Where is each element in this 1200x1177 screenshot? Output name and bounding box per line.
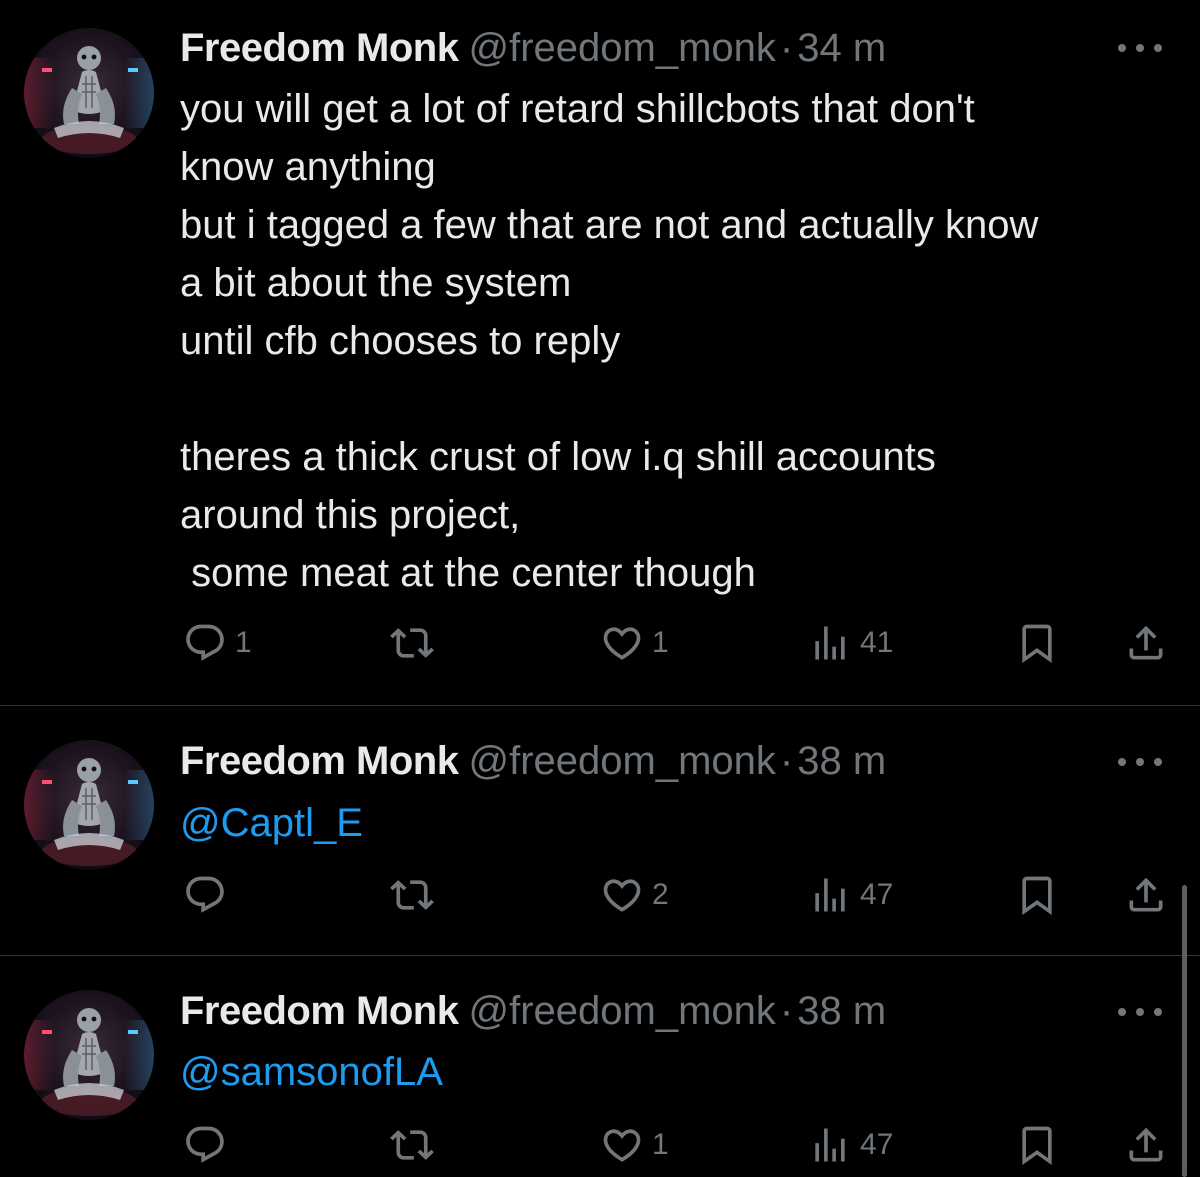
reply-count: 1: [235, 626, 252, 659]
like-icon: [600, 621, 644, 665]
scrollbar[interactable]: [1182, 885, 1187, 1177]
divider: [0, 955, 1200, 956]
like-count: 2: [652, 878, 669, 911]
repost-icon: [390, 621, 434, 665]
like-count: 1: [652, 626, 669, 659]
tweet-text-line: a bit about the system: [180, 261, 572, 305]
action-bar: 1 1 41: [0, 618, 1200, 668]
tweet-text-line: you will get a lot of retard shillcbots …: [180, 87, 975, 131]
share-button[interactable]: [1124, 870, 1168, 920]
author-name[interactable]: Freedom Monk: [180, 739, 459, 783]
author-handle[interactable]: @freedom_monk: [468, 26, 775, 70]
author-name[interactable]: Freedom Monk: [180, 26, 459, 70]
reply-icon: [183, 621, 227, 665]
separator: ·: [779, 26, 794, 70]
like-button[interactable]: 1: [600, 1120, 669, 1170]
timestamp[interactable]: 34 m: [797, 26, 886, 70]
views-count: 47: [860, 1128, 894, 1161]
repost-icon: [390, 1123, 434, 1167]
share-icon: [1124, 621, 1168, 665]
bookmark-icon: [1015, 621, 1059, 665]
views-count: 41: [860, 626, 894, 659]
reply-button[interactable]: 1: [183, 618, 252, 668]
tweet-text: you will get a lot of retard shillcbots …: [180, 80, 1170, 602]
author-handle[interactable]: @freedom_monk: [468, 739, 775, 783]
action-bar: 1 47: [0, 1120, 1200, 1170]
tweet-text-line: some meat at the center though: [180, 551, 756, 595]
more-icon[interactable]: [1118, 752, 1162, 772]
like-icon: [600, 873, 644, 917]
repost-button[interactable]: [390, 870, 434, 920]
tweet-header: Freedom Monk @freedom_monk · 38 m: [180, 981, 886, 1041]
reply-button[interactable]: [183, 870, 227, 920]
views-button[interactable]: 47: [808, 1120, 893, 1170]
timestamp[interactable]: 38 m: [797, 739, 886, 783]
reply-icon: [183, 1123, 227, 1167]
author-handle[interactable]: @freedom_monk: [468, 989, 775, 1033]
views-icon: [808, 873, 852, 917]
tweet-text-line: around this project,: [180, 493, 521, 537]
views-button[interactable]: 47: [808, 870, 893, 920]
avatar[interactable]: [24, 990, 154, 1120]
more-icon[interactable]: [1118, 38, 1162, 58]
tweet-header: Freedom Monk @freedom_monk · 38 m: [180, 731, 886, 791]
tweet-text-line: know anything: [180, 145, 436, 189]
avatar[interactable]: [24, 740, 154, 870]
share-icon: [1124, 1123, 1168, 1167]
tweet-text-line: theres a thick crust of low i.q shill ac…: [180, 435, 936, 479]
bookmark-button[interactable]: [1015, 870, 1059, 920]
like-icon: [600, 1123, 644, 1167]
more-icon[interactable]: [1118, 1002, 1162, 1022]
repost-button[interactable]: [390, 1120, 434, 1170]
views-icon: [808, 1123, 852, 1167]
tweet-text-line: until cfb chooses to reply: [180, 319, 621, 363]
repost-button[interactable]: [390, 618, 434, 668]
timestamp[interactable]: 38 m: [797, 989, 886, 1033]
bookmark-button[interactable]: [1015, 618, 1059, 668]
reply-icon: [183, 873, 227, 917]
share-button[interactable]: [1124, 618, 1168, 668]
views-button[interactable]: 41: [808, 618, 893, 668]
divider: [0, 705, 1200, 706]
tweet-text-line: but i tagged a few that are not and actu…: [180, 203, 1039, 247]
views-icon: [808, 621, 852, 665]
action-bar: 2 47: [0, 870, 1200, 920]
tweet-header: Freedom Monk @freedom_monk · 34 m: [180, 18, 886, 78]
bookmark-icon: [1015, 1123, 1059, 1167]
share-button[interactable]: [1124, 1120, 1168, 1170]
bookmark-icon: [1015, 873, 1059, 917]
bookmark-button[interactable]: [1015, 1120, 1059, 1170]
repost-icon: [390, 873, 434, 917]
mention-link[interactable]: @Captl_E: [180, 794, 363, 852]
reply-button[interactable]: [183, 1120, 227, 1170]
views-count: 47: [860, 878, 894, 911]
separator: ·: [779, 739, 794, 783]
separator: ·: [779, 989, 794, 1033]
avatar[interactable]: [24, 28, 154, 158]
like-button[interactable]: 2: [600, 870, 669, 920]
like-button[interactable]: 1: [600, 618, 669, 668]
tweet-text-line: [180, 370, 1170, 428]
author-name[interactable]: Freedom Monk: [180, 989, 459, 1033]
mention-link[interactable]: @samsonofLA: [180, 1043, 443, 1101]
like-count: 1: [652, 1128, 669, 1161]
share-icon: [1124, 873, 1168, 917]
